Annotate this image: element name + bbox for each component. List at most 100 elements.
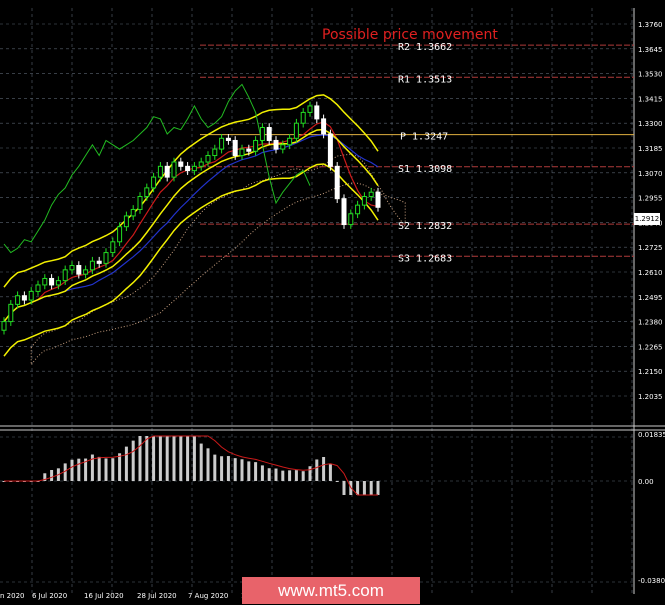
candle-body xyxy=(198,161,204,167)
histogram-bar xyxy=(206,448,210,481)
price-chart: R2 1.3662 R1 1.3513 P 1.3247 S1 1.3098 S2 1.… xyxy=(0,8,665,600)
price-tick-label: 1.3070 xyxy=(638,170,663,178)
histogram-bar xyxy=(267,468,271,481)
candle-body xyxy=(110,241,116,254)
price-tick-label: 1.3760 xyxy=(638,21,663,29)
candle-body xyxy=(171,161,177,178)
candle-body xyxy=(103,252,109,264)
candle-body xyxy=(246,148,252,152)
histogram-bar xyxy=(301,471,305,481)
candle-body xyxy=(293,122,299,139)
date-tick-label: n 2020 xyxy=(0,592,24,600)
histogram-bar xyxy=(152,436,156,481)
candle-body xyxy=(89,260,95,271)
date-tick-label: 16 Jul 2020 xyxy=(84,592,124,600)
histogram-bar xyxy=(342,481,346,495)
histogram-bar xyxy=(308,466,312,481)
histogram-bar xyxy=(213,454,217,481)
candle-body xyxy=(341,198,347,226)
histogram-bar xyxy=(158,436,162,481)
pivot-label-s3: S3 1.2683 xyxy=(398,253,452,264)
pivot-label-s1: S1 1.3098 xyxy=(398,164,452,175)
price-tick-label: 1.2955 xyxy=(638,195,663,203)
price-tick-label: 1.2610 xyxy=(638,269,663,277)
candle-body xyxy=(55,280,61,286)
histogram-bar xyxy=(281,470,285,481)
histogram-bar xyxy=(138,436,142,481)
candle-body xyxy=(96,260,102,264)
price-tick-label: 1.2265 xyxy=(638,343,663,351)
histogram-bar xyxy=(254,462,258,481)
date-tick-label: 6 Jul 2020 xyxy=(32,592,67,600)
chikou-span xyxy=(3,83,311,254)
candlestick-series xyxy=(1,101,381,335)
histogram-bar xyxy=(294,470,298,481)
histogram-bar xyxy=(145,436,149,481)
candle-body xyxy=(130,208,136,217)
candle-body xyxy=(76,265,82,275)
date-tick-label: 28 Jul 2020 xyxy=(137,592,177,600)
candle-body xyxy=(191,165,197,172)
candle-body xyxy=(280,144,286,150)
candle-body xyxy=(307,105,313,113)
histogram-bar xyxy=(356,481,360,495)
histogram-bar xyxy=(199,443,203,481)
histogram-bar xyxy=(77,458,81,481)
candle-body xyxy=(314,105,320,120)
candle-body xyxy=(42,277,48,286)
candle-body xyxy=(21,295,27,301)
histogram-bar xyxy=(376,481,380,495)
candle-body xyxy=(164,165,170,178)
price-tick-label: 1.3185 xyxy=(638,145,663,153)
candle-body xyxy=(69,265,75,271)
histogram-bar xyxy=(260,465,264,481)
candle-body xyxy=(355,204,361,215)
indicator-tick-label: 0.01835 xyxy=(638,431,665,439)
candle-body xyxy=(273,139,279,150)
candle-body xyxy=(49,277,55,286)
chart-title: Possible price movement xyxy=(322,27,498,43)
candle-body xyxy=(348,213,354,226)
price-tick-label: 1.2150 xyxy=(638,368,663,376)
signal-line xyxy=(4,435,378,496)
histogram-bar xyxy=(104,458,108,481)
candle-body xyxy=(157,165,163,178)
candle-body xyxy=(239,148,245,157)
candle-body xyxy=(300,111,306,124)
pivot-label-s2: S2 1.2832 xyxy=(398,221,452,232)
candle-body xyxy=(151,176,157,189)
date-tick-label: 7 Aug 2020 xyxy=(188,592,228,600)
pivot-label-r2: R2 1.3662 xyxy=(398,42,452,53)
histogram-bar xyxy=(70,459,74,481)
moving-average-fast xyxy=(3,121,379,322)
histogram-bar xyxy=(226,456,230,481)
candle-body xyxy=(375,191,381,208)
band-middle xyxy=(3,128,379,323)
candle-body xyxy=(144,187,150,198)
histogram-bar xyxy=(179,436,183,481)
histogram-bar xyxy=(124,446,128,481)
price-tick-label: 1.2380 xyxy=(638,319,663,327)
histogram-bar xyxy=(131,440,135,481)
histogram-bar xyxy=(118,453,122,481)
candle-body xyxy=(117,226,123,243)
histogram-bar xyxy=(369,481,373,495)
indicator-tick-label: -0.03807 xyxy=(638,577,665,585)
candle-body xyxy=(35,284,41,292)
pivot-label-p: P 1.3247 xyxy=(400,132,448,143)
candle-body xyxy=(178,161,184,167)
pivot-label-r1: R1 1.3513 xyxy=(398,74,452,85)
histogram-bar xyxy=(233,458,237,481)
candle-body xyxy=(259,127,265,141)
candle-body xyxy=(123,215,129,228)
price-tick-label: 1.3645 xyxy=(638,46,663,54)
histogram-bar xyxy=(328,464,332,481)
chart-grid xyxy=(0,8,665,594)
histogram-bar xyxy=(111,458,115,481)
price-axis: 1.3760 1.3645 1.3530 1.3415 1.3300 1.3185 1.30… xyxy=(0,21,665,600)
candle-body xyxy=(28,290,34,301)
price-tick-label: 1.2495 xyxy=(638,294,663,302)
candle-body xyxy=(334,165,340,200)
current-price-tag: 1.2912 xyxy=(634,213,660,225)
histogram-bar xyxy=(220,456,224,481)
